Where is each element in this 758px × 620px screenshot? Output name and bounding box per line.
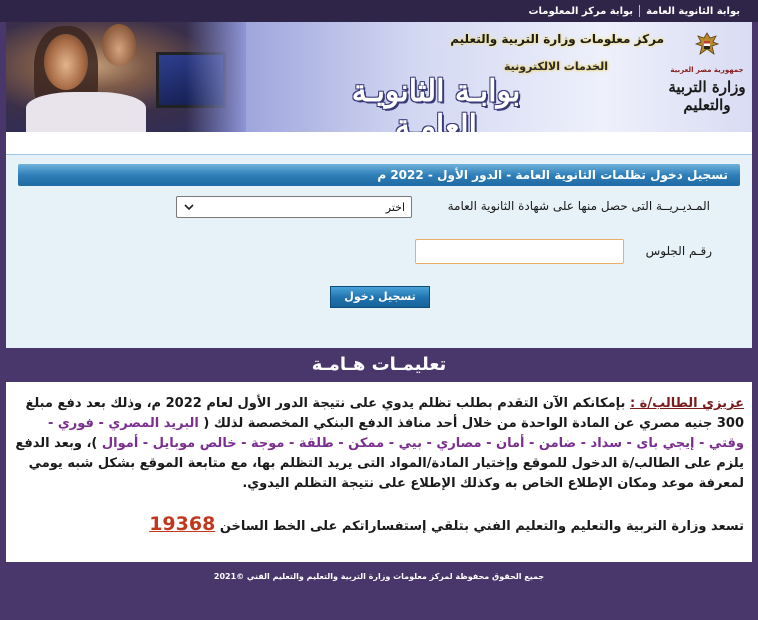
nav-divider	[639, 5, 641, 17]
directorate-select-value: اختر	[385, 200, 405, 214]
banner-spacer	[6, 132, 752, 154]
banner-title: بوابـة الثانويـة العامـة	[351, 74, 521, 132]
seat-number-label: رقـم الجلوس	[645, 244, 712, 258]
ministry-logo: جمهورية مصر العربية وزارة التربية والتعل…	[666, 30, 748, 126]
eagle-emblem-icon	[694, 32, 720, 55]
banner-subtitle-center: مركز معلومات وزارة التربية والتعليم	[450, 32, 664, 46]
login-panel-title: تسجيل دخول تظلمات الثانوية العامة - الدو…	[18, 164, 740, 186]
header-banner: مركز معلومات وزارة التربية والتعليم الخد…	[6, 22, 752, 132]
instructions-paragraph: عزيزي الطالب/ة : بإمكانكم الآن التقدم بط…	[14, 394, 744, 494]
logo-ministry-text: وزارة التربية والتعليم	[668, 78, 746, 114]
top-nav: بوابة الثانوية العامة بوابة مركز المعلوم…	[0, 0, 758, 22]
hotline-number: 19368	[149, 513, 216, 535]
directorate-label: المـديـريــة التى حصل منها على شهادة الث…	[447, 199, 710, 213]
seat-number-input[interactable]	[415, 239, 624, 264]
instructions-body: عزيزي الطالب/ة : بإمكانكم الآن التقدم بط…	[6, 382, 752, 562]
footer: جميع الحقوق محفوظة لمركز معلومات وزارة ا…	[0, 562, 758, 620]
chevron-down-icon	[184, 204, 194, 211]
hotline-paragraph: تسعد وزارة التربية والتعليم والتعليم الف…	[14, 514, 744, 537]
copyright-text: جميع الحقوق محفوظة لمركز معلومات وزارة ا…	[213, 572, 545, 581]
hotline-text: تسعد وزارة التربية والتعليم والتعليم الف…	[215, 519, 744, 534]
login-panel: تسجيل دخول تظلمات الثانوية العامة - الدو…	[6, 154, 752, 348]
banner-subtitle-services: الخدمات الالكترونية	[504, 60, 608, 73]
logo-gov-text: جمهورية مصر العربية	[670, 66, 744, 74]
instructions-title: تعليمـات هـامـة	[6, 348, 752, 382]
student-label: عزيزي الطالب/ة :	[629, 396, 744, 411]
nav-link-thanaweya-portal[interactable]: بوابة الثانوية العامة	[640, 6, 746, 17]
nav-link-info-center-portal[interactable]: بوابة مركز المعلومات	[523, 6, 640, 17]
directorate-select[interactable]: اختر	[176, 196, 412, 218]
banner-photo	[6, 22, 246, 132]
login-button[interactable]: تسجيل دخول	[330, 286, 430, 308]
